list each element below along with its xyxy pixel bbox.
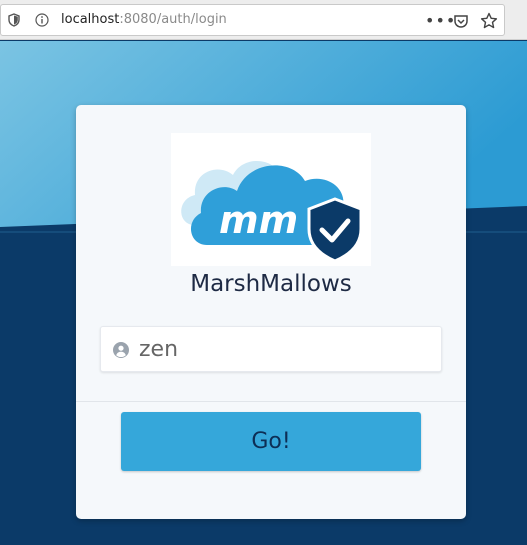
browser-toolbar: localhost:8080/auth/login •••	[0, 0, 527, 40]
brand-name: MarshMallows	[190, 271, 352, 297]
logo-initials: mm	[219, 198, 298, 242]
username-field[interactable]	[100, 326, 442, 372]
url-path: :8080/auth/login	[119, 12, 227, 27]
login-card: mm MarshMallows Go!	[76, 105, 466, 519]
cloud-shield-logo: mm	[181, 160, 363, 263]
info-icon[interactable]	[35, 13, 49, 27]
url-text[interactable]: localhost:8080/auth/login	[61, 12, 227, 27]
divider	[76, 401, 466, 402]
username-input[interactable]	[139, 333, 429, 365]
shield-icon[interactable]	[7, 13, 21, 27]
address-bar[interactable]: localhost:8080/auth/login •••	[0, 4, 505, 36]
pocket-icon[interactable]	[453, 13, 469, 29]
bookmark-star-icon[interactable]	[480, 12, 498, 30]
page-actions-more-icon[interactable]: •••	[425, 11, 456, 30]
brand-logo: mm	[171, 133, 371, 266]
go-button[interactable]: Go!	[121, 412, 421, 471]
user-icon	[113, 342, 129, 358]
url-host: localhost	[61, 12, 120, 27]
